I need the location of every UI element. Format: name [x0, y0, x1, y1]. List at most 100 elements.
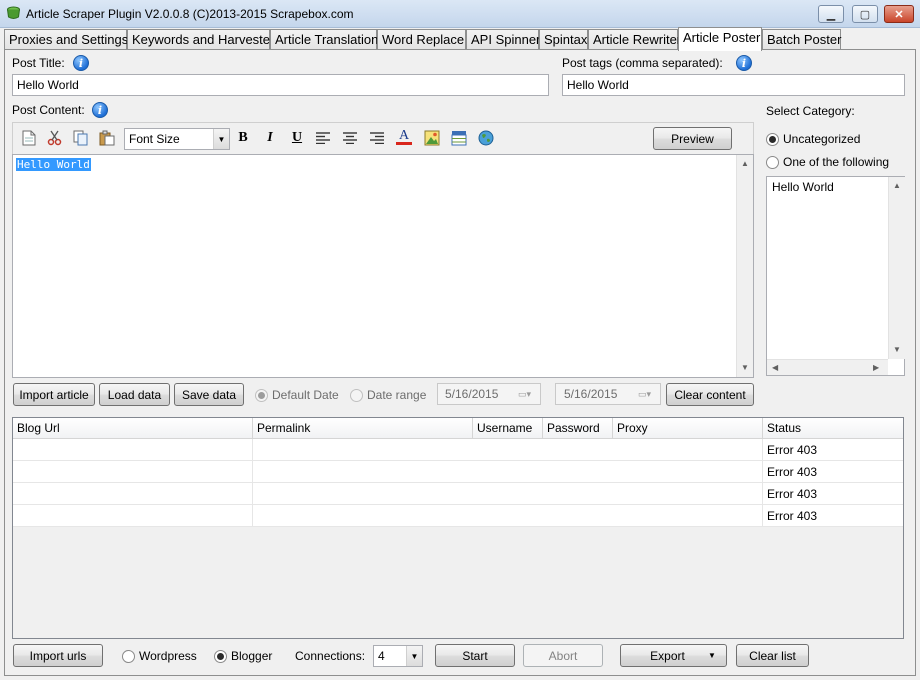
tab-api-spinner[interactable]: API Spinner: [466, 29, 540, 50]
import-urls-button[interactable]: Import urls: [13, 644, 103, 667]
align-right-icon[interactable]: [368, 129, 386, 147]
align-center-icon[interactable]: [341, 129, 359, 147]
window-title: Article Scraper Plugin V2.0.0.8 (C)2013-…: [26, 7, 354, 21]
category-vertical-scrollbar[interactable]: ▲ ▼: [888, 177, 905, 359]
column-header-blog-url[interactable]: Blog Url: [13, 418, 253, 439]
app-icon: [7, 6, 20, 19]
insert-image-icon[interactable]: [423, 129, 441, 147]
copy-icon[interactable]: [72, 129, 90, 147]
post-title-input[interactable]: Hello World: [12, 74, 549, 96]
info-icon[interactable]: i: [92, 102, 108, 118]
clear-content-button[interactable]: Clear content: [666, 383, 754, 406]
tab-spintax[interactable]: Spintax: [539, 29, 588, 50]
scroll-up-icon[interactable]: ▲: [741, 159, 749, 168]
cell-proxy: [613, 483, 763, 505]
date-range-label: Date range: [367, 388, 427, 402]
calendar-icon[interactable]: ▭▾: [518, 389, 540, 400]
export-label: Export: [650, 648, 685, 663]
preview-button[interactable]: Preview: [653, 127, 732, 150]
scroll-left-icon[interactable]: ◀: [772, 363, 778, 372]
cell-blog-url: [13, 505, 253, 527]
default-date-radio[interactable]: Default Date: [255, 388, 339, 402]
table-row[interactable]: Error 403: [13, 505, 903, 527]
export-button[interactable]: Export ▼: [620, 644, 727, 667]
editor-vertical-scrollbar[interactable]: ▲ ▼: [736, 155, 753, 377]
insert-link-icon[interactable]: [477, 129, 495, 147]
scroll-down-icon[interactable]: ▼: [893, 345, 901, 354]
minimize-button[interactable]: ▁: [818, 5, 844, 23]
tab-article-translation[interactable]: Article Translation: [270, 29, 378, 50]
tab-proxies-and-settings[interactable]: Proxies and Settings: [4, 29, 128, 50]
date-to-picker[interactable]: 5/16/2015 ▭▾: [555, 383, 661, 405]
date-from-picker[interactable]: 5/16/2015 ▭▾: [437, 383, 541, 405]
post-tags-input[interactable]: Hello World: [562, 74, 905, 96]
category-item[interactable]: Hello World: [772, 180, 834, 194]
tab-word-replace[interactable]: Word Replace: [377, 29, 466, 50]
grid-header: Blog Url Permalink Username Password Pro…: [13, 418, 903, 439]
radio-indicator: [122, 649, 135, 663]
bold-icon[interactable]: B: [234, 129, 252, 147]
table-row[interactable]: Error 403: [13, 439, 903, 461]
info-icon[interactable]: i: [73, 55, 89, 71]
platform-blogger-radio[interactable]: Blogger: [214, 649, 272, 663]
post-content-editor[interactable]: Hello World ▲ ▼: [12, 154, 754, 378]
align-left-icon[interactable]: [314, 129, 332, 147]
tab-article-rewriter[interactable]: Article Rewriter: [588, 29, 681, 50]
title-bar: Article Scraper Plugin V2.0.0.8 (C)2013-…: [0, 0, 920, 28]
chevron-down-icon: ▼: [406, 646, 422, 666]
cell-blog-url: [13, 483, 253, 505]
info-icon[interactable]: i: [736, 55, 752, 71]
category-horizontal-scrollbar[interactable]: ◀ ▶: [767, 359, 888, 375]
cell-proxy: [613, 461, 763, 483]
calendar-icon[interactable]: ▭▾: [638, 389, 660, 400]
tab-article-poster[interactable]: Article Poster: [678, 27, 762, 51]
scroll-down-icon[interactable]: ▼: [741, 363, 749, 372]
tab-batch-poster[interactable]: Batch Poster: [762, 29, 841, 50]
table-row[interactable]: Error 403: [13, 461, 903, 483]
column-header-password[interactable]: Password: [543, 418, 613, 439]
close-button[interactable]: ✕: [884, 5, 914, 23]
table-row[interactable]: Error 403: [13, 483, 903, 505]
abort-button[interactable]: Abort: [523, 644, 603, 667]
category-list[interactable]: Hello World ▲ ▼ ◀ ▶: [766, 176, 905, 376]
scroll-right-icon[interactable]: ▶: [873, 363, 879, 372]
clear-list-button[interactable]: Clear list: [736, 644, 809, 667]
font-size-select[interactable]: Font Size ▼: [124, 128, 230, 150]
new-document-icon[interactable]: [20, 129, 38, 147]
column-header-permalink[interactable]: Permalink: [253, 418, 473, 439]
editor-toolbar: Font Size ▼ B I U A Preview: [12, 122, 754, 154]
italic-icon[interactable]: I: [261, 129, 279, 147]
select-category-label: Select Category:: [766, 104, 855, 118]
underline-icon[interactable]: U: [288, 129, 306, 147]
category-following-radio[interactable]: One of the following: [766, 155, 889, 169]
start-button[interactable]: Start: [435, 644, 515, 667]
cut-icon[interactable]: [46, 129, 64, 147]
paste-icon[interactable]: [98, 129, 116, 147]
connections-select[interactable]: 4 ▼: [373, 645, 423, 667]
category-uncategorized-radio[interactable]: Uncategorized: [766, 132, 860, 146]
save-data-button[interactable]: Save data: [174, 383, 244, 406]
maximize-button[interactable]: ▢: [852, 5, 878, 23]
tab-keywords-and-harvester[interactable]: Keywords and Harvester: [127, 29, 274, 50]
cell-status: Error 403: [763, 439, 903, 461]
load-data-button[interactable]: Load data: [99, 383, 170, 406]
cell-status: Error 403: [763, 505, 903, 527]
platform-wordpress-radio[interactable]: Wordpress: [122, 649, 197, 663]
font-color-glyph: A: [398, 128, 410, 143]
import-article-button[interactable]: Import article: [13, 383, 95, 406]
radio-indicator: [766, 155, 779, 169]
column-header-status[interactable]: Status: [763, 418, 903, 439]
category-following-label: One of the following: [783, 155, 890, 169]
radio-indicator: [350, 388, 363, 402]
date-range-radio[interactable]: Date range: [350, 388, 426, 402]
post-content-label: Post Content:: [12, 103, 85, 117]
column-header-username[interactable]: Username: [473, 418, 543, 439]
scroll-up-icon[interactable]: ▲: [893, 181, 901, 190]
cell-proxy: [613, 505, 763, 527]
posting-grid[interactable]: Blog Url Permalink Username Password Pro…: [12, 417, 904, 639]
post-tags-label: Post tags (comma separated):: [562, 56, 723, 70]
insert-table-icon[interactable]: [450, 129, 468, 147]
column-header-proxy[interactable]: Proxy: [613, 418, 763, 439]
tab-strip: Proxies and Settings Keywords and Harves…: [4, 27, 916, 51]
font-color-icon[interactable]: A: [395, 128, 413, 146]
